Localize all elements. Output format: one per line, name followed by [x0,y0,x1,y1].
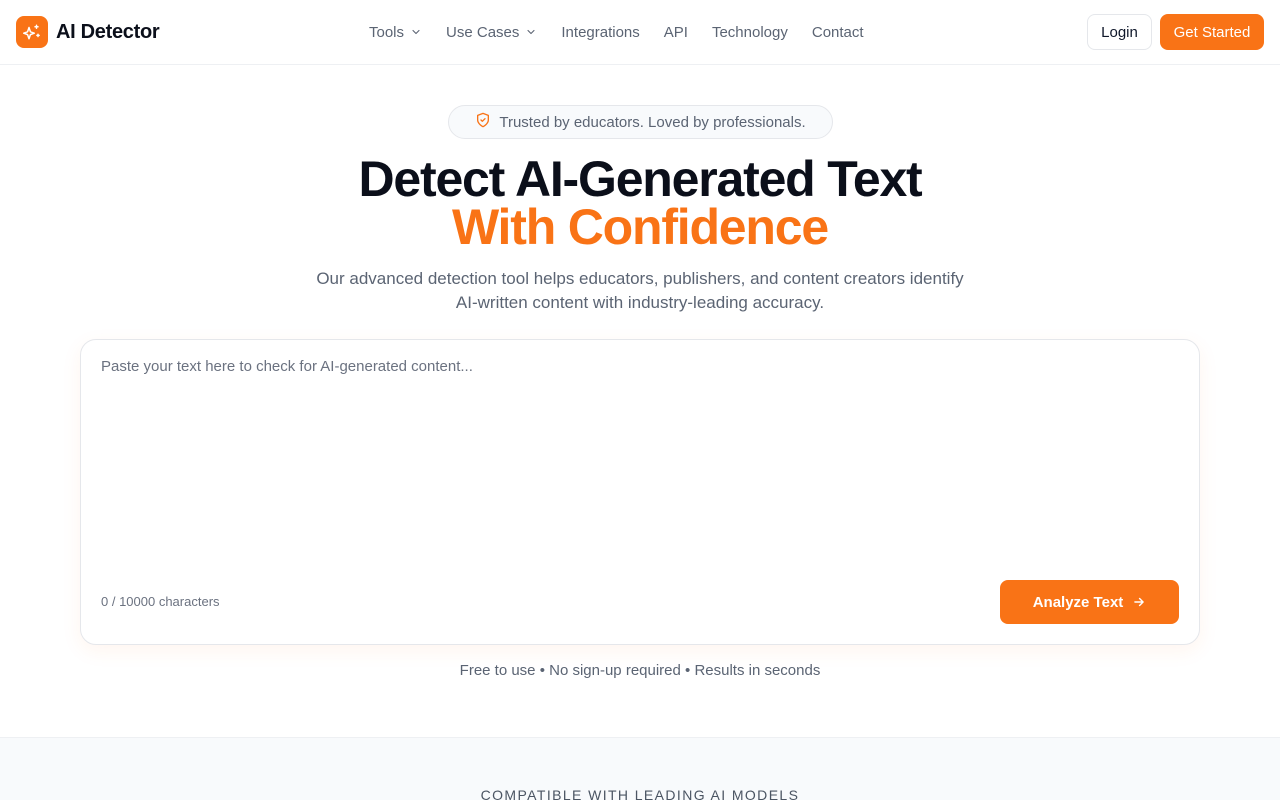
compatible-section: COMPATIBLE WITH LEADING AI MODELS [0,737,1280,800]
hero-subtitle-line2: AI-written content with industry-leading… [455,293,825,312]
hero-subtitle: Our advanced detection tool helps educat… [290,267,990,315]
analyze-button-label: Analyze Text [1032,593,1124,611]
chevron-down-icon [525,26,537,38]
nav-item-api[interactable]: API [664,24,688,41]
brand-name: AI Detector [56,20,160,43]
nav-item-label: API [663,23,688,41]
nav-item-tools[interactable]: Tools [369,24,422,41]
get-started-button[interactable]: Get Started [1160,14,1264,50]
nav-item-label: Contact [811,23,864,41]
hero-title-highlight: With Confidence [452,199,829,255]
site-header: AI Detector Tools Use Cases Integrations… [0,0,1280,65]
arrow-right-icon [1132,595,1146,609]
text-input[interactable] [101,356,1181,566]
features-note: Free to use • No sign-up required • Resu… [459,662,821,679]
analyze-text-button[interactable]: Analyze Text [1000,580,1179,624]
compatible-title: COMPATIBLE WITH LEADING AI MODELS [480,787,800,800]
nav-item-contact[interactable]: Contact [812,24,864,41]
nav-item-technology[interactable]: Technology [712,24,788,41]
nav-item-integrations[interactable]: Integrations [561,24,639,41]
nav-item-label: Tools [369,23,405,41]
nav-item-use-cases[interactable]: Use Cases [446,24,537,41]
character-counter: 0 / 10000 characters [101,594,220,609]
shield-check-icon [475,112,491,133]
chevron-down-icon [410,26,422,38]
nav-item-label: Technology [711,23,788,41]
hero-subtitle-line1: Our advanced detection tool helps educat… [316,269,964,288]
trust-badge: Trusted by educators. Loved by professio… [448,105,833,139]
main-nav: Tools Use Cases Integrations API Technol… [369,22,864,42]
login-button[interactable]: Login [1087,14,1152,50]
trust-badge-text: Trusted by educators. Loved by professio… [499,113,806,131]
brand-logo[interactable]: AI Detector [16,16,160,48]
sparkles-icon [16,16,48,48]
nav-item-label: Integrations [561,23,640,41]
detector-card: 0 / 10000 characters Analyze Text [80,339,1200,645]
nav-item-label: Use Cases [446,23,520,41]
